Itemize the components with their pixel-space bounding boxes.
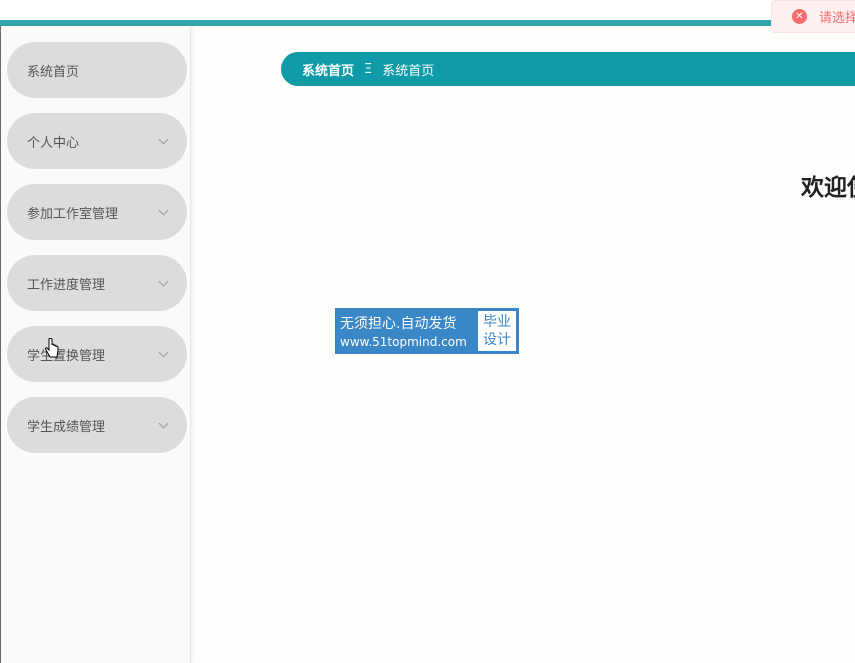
breadcrumb-current: 系统首页 <box>382 63 435 79</box>
ad-text-block: 无须担心.自动发货 www.51topmind.com <box>336 309 476 353</box>
error-toast: ✕ 请选择 <box>771 0 855 33</box>
close-circle-icon[interactable]: ✕ <box>792 9 807 24</box>
chevron-down-icon <box>158 418 169 429</box>
hand-cursor-icon <box>45 338 59 358</box>
ad-tag-line2: 设计 <box>483 332 511 348</box>
sidebar-menu: 系统首页 个人中心 参加工作室管理 工作进度管理 学生置换管理 学生成绩管理 <box>0 26 191 663</box>
ad-url: www.51topmind.com <box>340 335 467 349</box>
top-header-bar <box>0 0 855 26</box>
breadcrumb: 系统首页 Ξ 系统首页 <box>281 52 855 86</box>
chevron-down-icon <box>158 134 169 145</box>
sidebar-item-student-grades[interactable]: 学生成绩管理 <box>7 397 187 453</box>
chevron-down-icon <box>158 276 169 287</box>
welcome-title: 欢迎使 <box>801 175 855 201</box>
breadcrumb-home[interactable]: 系统首页 <box>302 60 354 79</box>
chevron-down-icon <box>158 347 169 358</box>
sidebar-item-label: 参加工作室管理 <box>27 206 119 222</box>
chevron-down-icon <box>158 205 169 216</box>
sidebar-item-student-exchange[interactable]: 学生置换管理 <box>7 326 187 382</box>
sidebar-item-progress-management[interactable]: 工作进度管理 <box>7 255 187 311</box>
ad-tag-line1: 毕业 <box>483 314 511 330</box>
ad-tag: 毕业 设计 <box>476 309 518 353</box>
toast-message: 请选择 <box>819 11 855 26</box>
ad-banner[interactable]: 无须担心.自动发货 www.51topmind.com 毕业 设计 <box>335 308 519 354</box>
ad-line1: 无须担心.自动发货 <box>340 316 457 332</box>
sidebar-item-label: 学生置换管理 <box>27 348 106 364</box>
sidebar-item-label: 工作进度管理 <box>27 277 106 293</box>
sidebar-item-label: 个人中心 <box>27 135 80 151</box>
sidebar-item-personal-center[interactable]: 个人中心 <box>7 113 187 169</box>
breadcrumb-separator-icon: Ξ <box>364 61 373 77</box>
sidebar-item-label: 学生成绩管理 <box>27 419 106 435</box>
sidebar-item-label: 系统首页 <box>27 64 80 80</box>
sidebar-item-home[interactable]: 系统首页 <box>7 42 187 98</box>
sidebar-item-studio-management[interactable]: 参加工作室管理 <box>7 184 187 240</box>
